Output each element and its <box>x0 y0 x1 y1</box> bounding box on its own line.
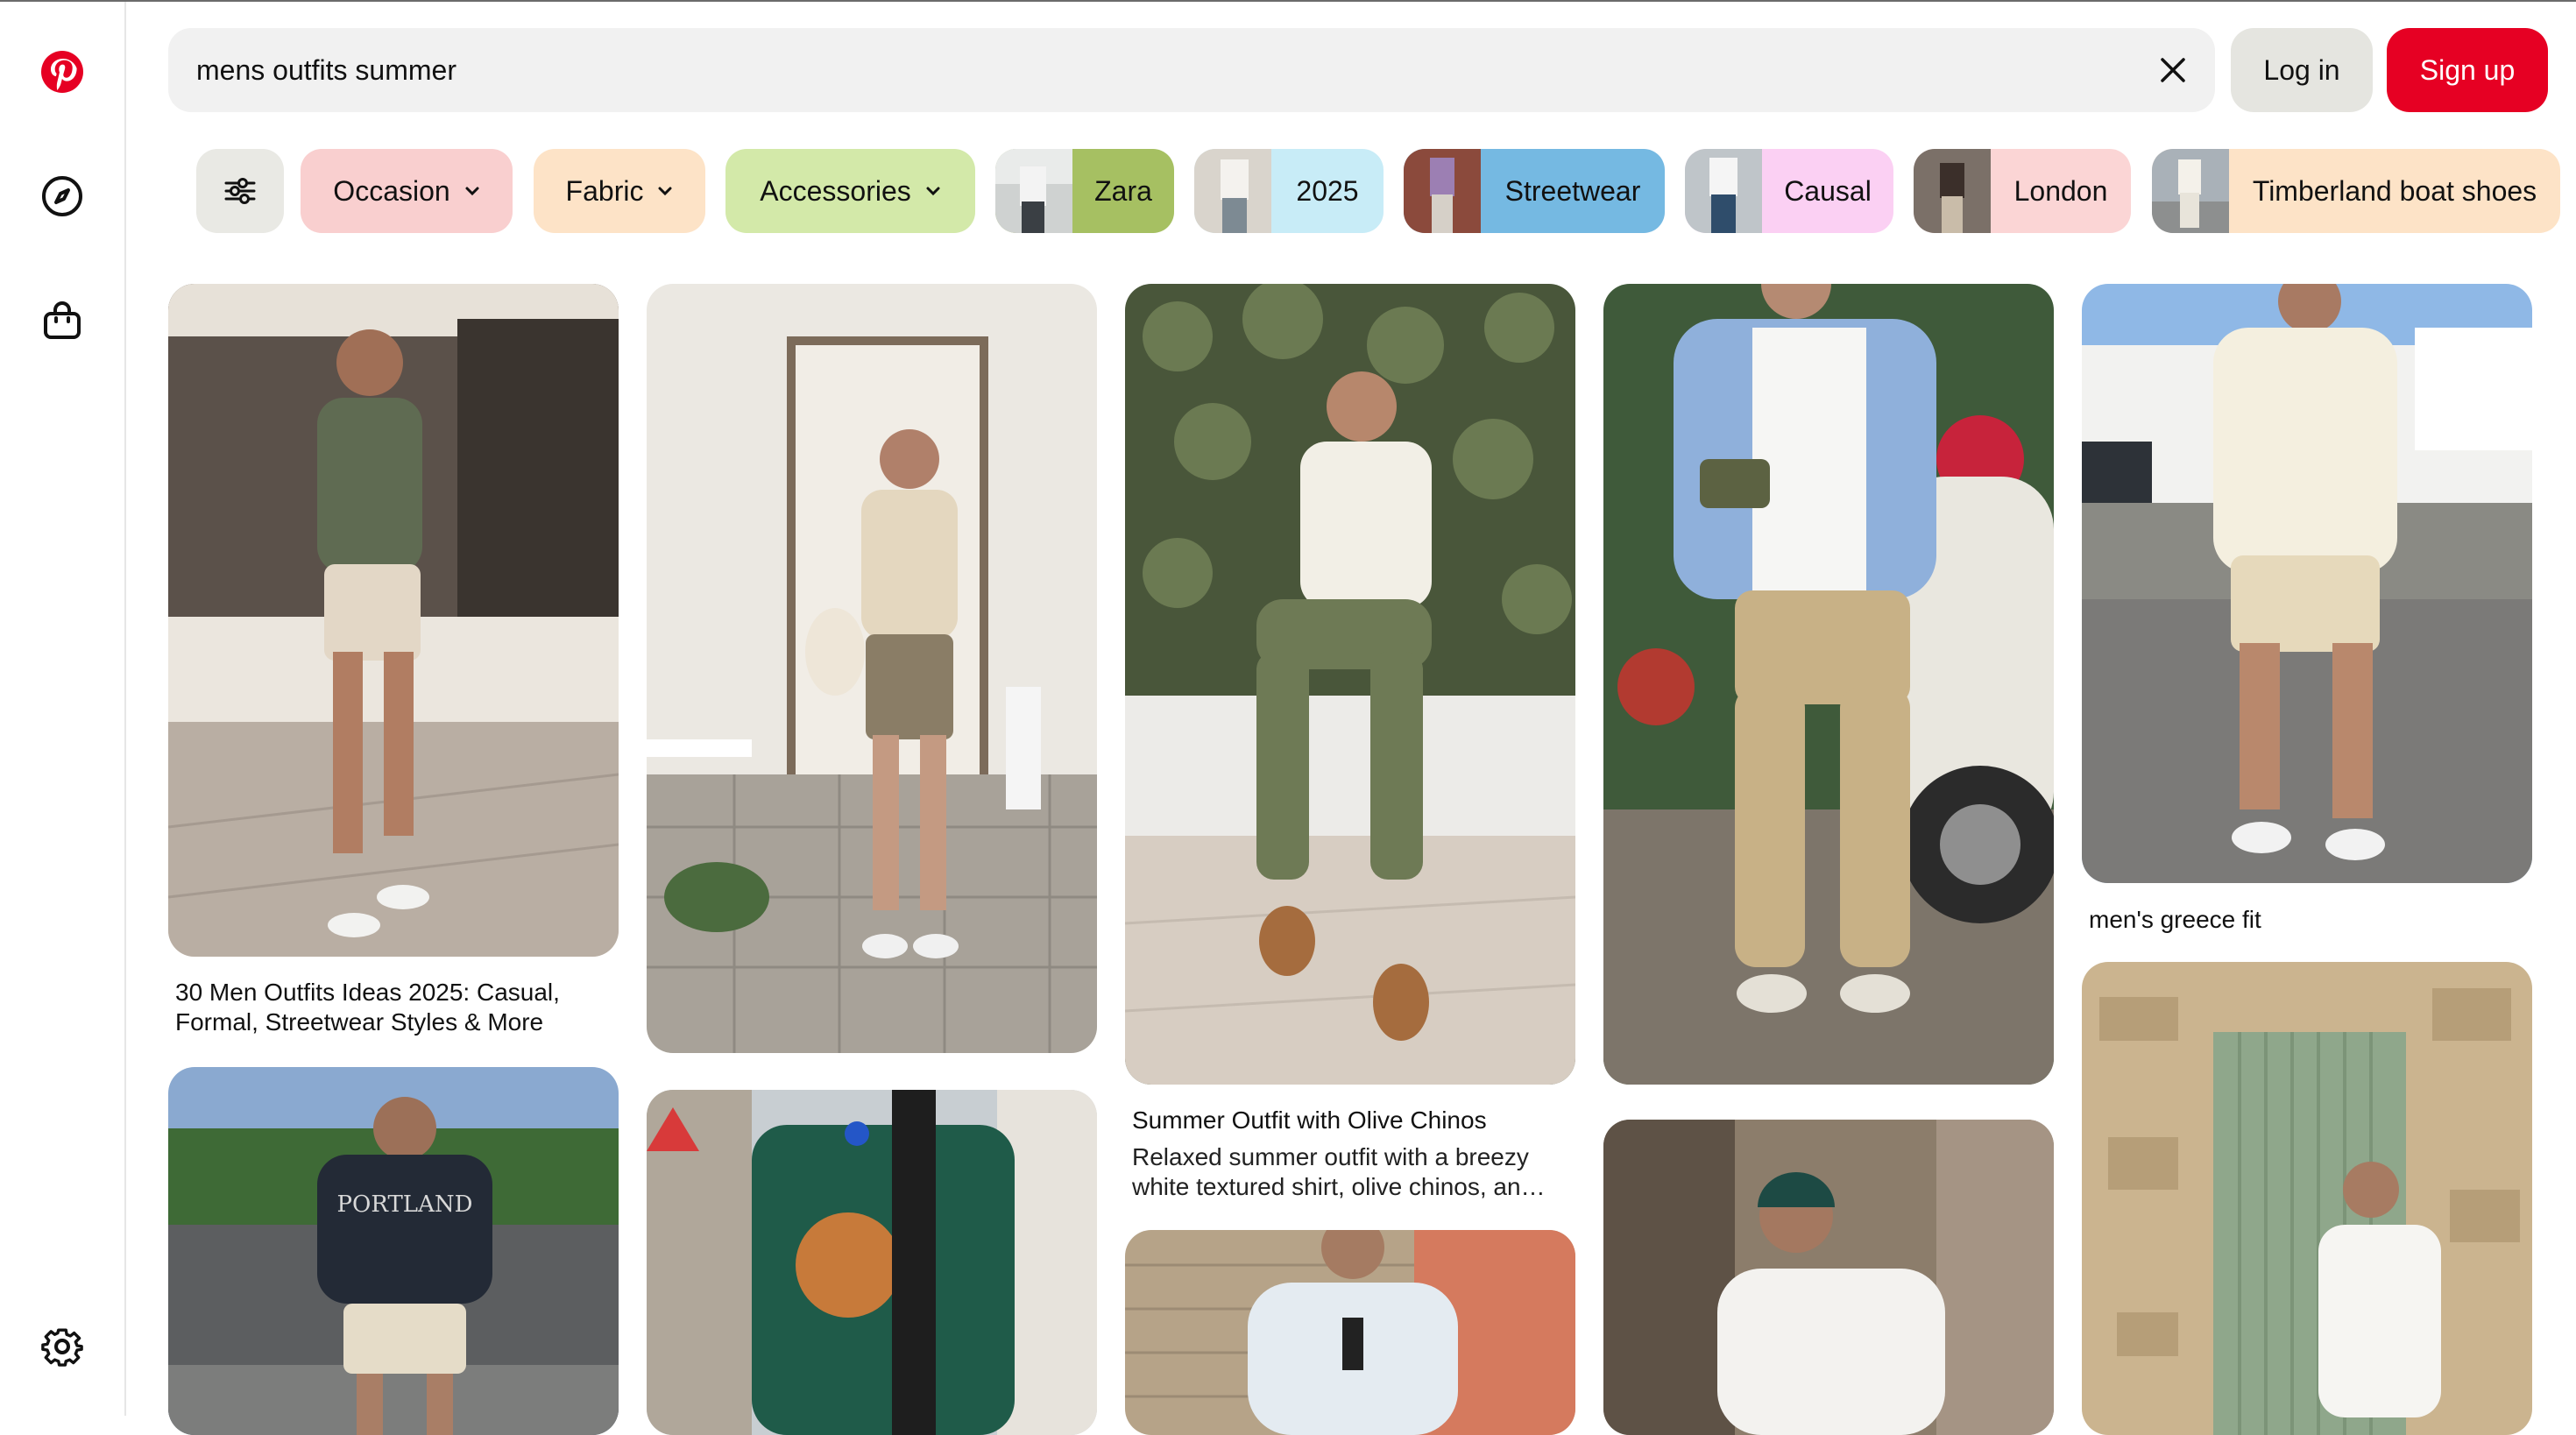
chevron-down-icon <box>658 187 672 196</box>
timberland-thumbnail <box>2152 149 2229 233</box>
filter-fabric-label: Fabric <box>565 174 644 207</box>
search-input[interactable]: mens outfits summer <box>196 28 456 112</box>
pin-description: Relaxed summer outfit with a breezy whit… <box>1132 1143 1546 1200</box>
2025-thumbnail <box>1194 149 1271 233</box>
suggestion-streetwear-label: Streetwear <box>1504 174 1641 207</box>
pin-image-white-shirt-sunglasses[interactable] <box>1125 1230 1575 1435</box>
filter-settings-button[interactable] <box>196 149 284 233</box>
filter-occasion-dropdown[interactable]: Occasion <box>301 149 513 233</box>
suggestion-causal[interactable]: Causal <box>1685 149 1893 233</box>
pin-title[interactable]: Summer Outfit with Olive Chinos <box>1132 1106 1570 1135</box>
suggestion-timberland-boat-shoes[interactable]: Timberland boat shoes <box>2152 149 2560 233</box>
search-bar[interactable]: mens outfits summer <box>168 28 2215 112</box>
window-top-border <box>0 0 2576 2</box>
streetwear-thumbnail <box>1404 149 1481 233</box>
login-button[interactable]: Log in <box>2231 28 2373 112</box>
pin-title[interactable]: men's greece fit <box>2089 905 2527 935</box>
gear-icon[interactable] <box>24 1307 101 1384</box>
pin-image-white-shirt-green-door[interactable] <box>2082 962 2532 1435</box>
portland-print: PORTLAND <box>337 1191 473 1218</box>
filter-accessories-label: Accessories <box>760 174 911 207</box>
suggestion-timberland-label: Timberland boat shoes <box>2252 174 2537 207</box>
shopping-bag-icon[interactable] <box>24 282 101 359</box>
pin-image-green-graphic-tee[interactable] <box>647 1090 1097 1435</box>
suggestion-london[interactable]: London <box>1914 149 2131 233</box>
chevron-down-icon <box>926 187 940 196</box>
pin-image-blue-shirt-scooter[interactable] <box>1603 284 2054 1085</box>
pin-image-olive-chinos-outfit[interactable] <box>1125 284 1575 1085</box>
pin-image-portland-tee[interactable]: PORTLAND <box>168 1067 619 1435</box>
filter-fabric-dropdown[interactable]: Fabric <box>534 149 705 233</box>
signup-button[interactable]: Sign up <box>2387 28 2548 112</box>
suggestion-zara-label: Zara <box>1094 174 1152 207</box>
suggestion-2025-label: 2025 <box>1296 174 1359 207</box>
clear-search-icon[interactable] <box>2152 49 2194 91</box>
pin-image-white-linen-cap[interactable] <box>1603 1120 2054 1435</box>
suggestion-causal-label: Causal <box>1784 174 1872 207</box>
zara-thumbnail <box>995 149 1072 233</box>
chevron-down-icon <box>465 187 479 196</box>
pinterest-logo[interactable] <box>24 33 101 110</box>
suggestion-2025[interactable]: 2025 <box>1194 149 1384 233</box>
suggestion-zara[interactable]: Zara <box>995 149 1174 233</box>
filter-accessories-dropdown[interactable]: Accessories <box>725 149 975 233</box>
pin-title[interactable]: 30 Men Outfits Ideas 2025: Casual, Forma… <box>175 978 613 1037</box>
pin-image-greece-fit[interactable] <box>2082 284 2532 883</box>
causal-thumbnail <box>1685 149 1762 233</box>
pin-image-beige-shirt-doorway[interactable] <box>647 284 1097 1053</box>
suggestion-london-label: London <box>2013 174 2108 207</box>
suggestion-streetwear[interactable]: Streetwear <box>1404 149 1665 233</box>
compass-icon[interactable] <box>24 158 101 235</box>
pin-image-men-outfit-olive-shirt[interactable] <box>168 284 619 957</box>
filter-occasion-label: Occasion <box>333 174 450 207</box>
sidebar <box>0 2 126 1416</box>
sliders-icon <box>224 178 256 204</box>
london-thumbnail <box>1914 149 1991 233</box>
